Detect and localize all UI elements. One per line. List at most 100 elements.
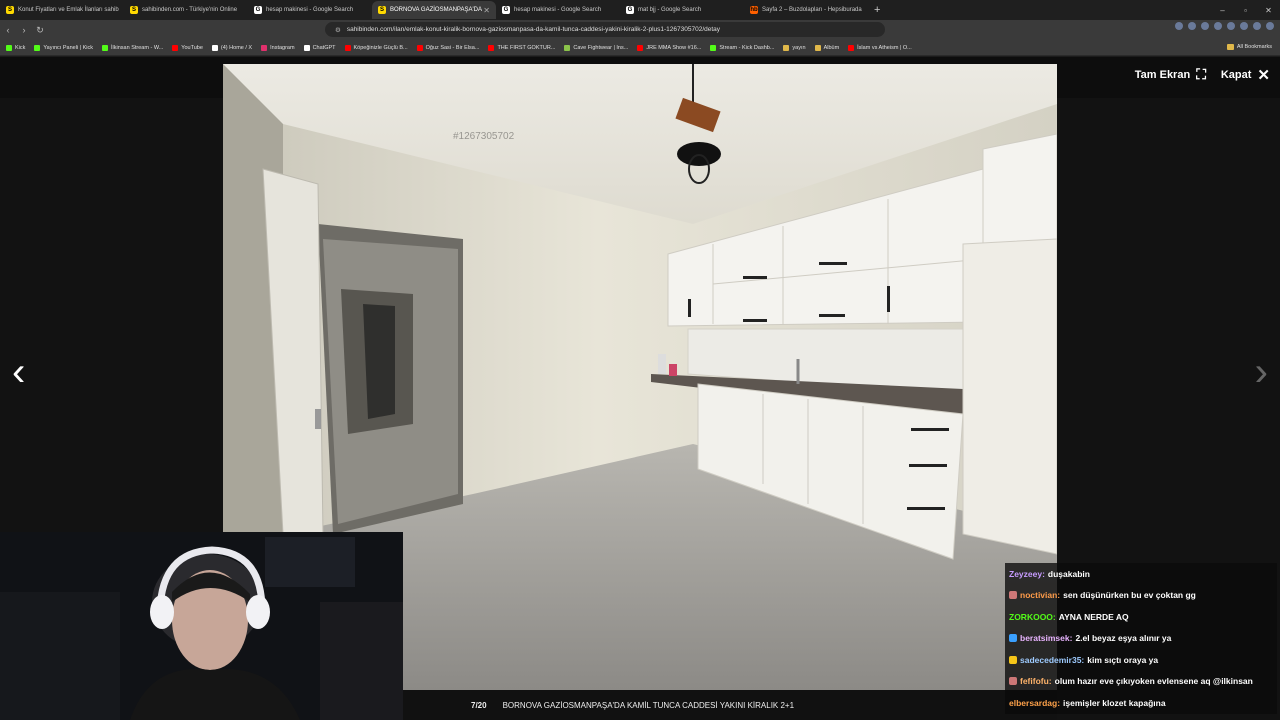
bookmark-label: (4) Home / X <box>220 44 253 51</box>
bookmark-label: Kick <box>15 44 26 51</box>
bookmark-favicon-icon <box>814 44 821 51</box>
extension-icon[interactable] <box>1188 22 1196 30</box>
chat-username[interactable]: noctivian: <box>1020 590 1060 600</box>
all-bookmarks[interactable]: All Bookmarks <box>1226 44 1272 50</box>
bookmark-label: Instagram <box>270 44 295 51</box>
bookmark-label: Albüm <box>823 44 840 51</box>
browser-tab[interactable]: S sahibinden.com - Türkiye'nin Online <box>124 1 248 19</box>
minimize-button[interactable]: – <box>1211 0 1234 20</box>
bookmark-item[interactable]: İlkinsan Stream - W... <box>102 44 163 51</box>
browser-tab[interactable]: G hesap makinesi - Google Search <box>248 1 372 19</box>
bookmark-item[interactable]: yayın <box>783 44 806 51</box>
bookmark-item[interactable]: İslam vs Atheism | O... <box>848 44 912 51</box>
bookmark-item[interactable]: (4) Home / X <box>211 44 253 51</box>
tab-favicon-icon: S <box>6 6 14 14</box>
new-tab-button[interactable]: + <box>874 4 880 16</box>
bookmark-item[interactable]: ChatGPT <box>303 44 336 51</box>
tab-favicon-icon: G <box>254 6 262 14</box>
tab-favicon-icon: S <box>378 6 386 14</box>
listing-title: BORNOVA GAZİOSMANPAŞA'DA KAMİL TUNCA CAD… <box>502 700 795 710</box>
site-info-icon[interactable]: ⚙ <box>335 26 341 34</box>
previous-photo-icon[interactable]: ‹ <box>12 352 25 392</box>
browser-tab[interactable]: hb Sayfa 2 – Buzdolapları - Hepsiburada <box>744 1 868 19</box>
forward-icon[interactable]: › <box>16 25 32 35</box>
bookmark-favicon-icon <box>710 44 717 51</box>
fullscreen-button[interactable]: Tam Ekran ⛶ <box>1135 66 1206 83</box>
user-badge-icon <box>1009 655 1017 664</box>
tab-title: hesap makinesi - Google Search <box>514 7 602 13</box>
bookmark-label: JRE MMA Show #16... <box>646 44 702 51</box>
bookmark-label: Oğuz Sasi - Bir Elsa... <box>425 44 480 51</box>
chat-text: işemişler klozet kapağına <box>1063 697 1166 708</box>
bookmark-label: Stream - Kick Dashb... <box>719 44 775 51</box>
browser-tab[interactable]: S BORNOVA GAZİOSMANPAŞA'DA ✕ <box>372 1 496 19</box>
bookmark-label: YouTube <box>181 44 203 51</box>
tab-title: hesap makinesi - Google Search <box>266 7 354 13</box>
bookmark-favicon-icon <box>211 44 218 51</box>
chat-text: kim sıçtı oraya ya <box>1087 654 1159 665</box>
bookmark-favicon-icon <box>564 44 571 51</box>
tab-favicon-icon: S <box>130 6 138 14</box>
chat-text: sen düşünürken bu ev çoktan gg <box>1063 590 1196 601</box>
browser-tab[interactable]: S Konut Fiyatları ve Emlak İlanları sahi… <box>0 1 124 19</box>
chat-username[interactable]: ZORKOOO: <box>1009 612 1056 622</box>
tab-close-icon[interactable]: ✕ <box>483 6 490 15</box>
close-viewer-button[interactable]: Kapat ✕ <box>1221 66 1270 84</box>
bookmark-item[interactable]: Kick <box>6 44 26 51</box>
bookmarks-bar: Kick Yayıncı Paneli | Kick İlkinsan Stre… <box>0 40 1280 56</box>
close-window-button[interactable]: ✕ <box>1257 0 1280 20</box>
bookmark-item[interactable]: YouTube <box>172 44 203 51</box>
extensions-area <box>1175 22 1274 30</box>
next-photo-icon[interactable]: › <box>1255 352 1268 392</box>
bookmark-favicon-icon <box>6 44 12 51</box>
bookmark-favicon-icon <box>303 44 310 51</box>
bookmark-item[interactable]: JRE MMA Show #16... <box>637 44 702 51</box>
extension-icon[interactable] <box>1201 22 1209 30</box>
chat-message: elbersardag: işemişler klozet kapağına <box>1005 692 1277 714</box>
tab-title: mat bjj - Google Search <box>638 7 702 13</box>
bookmark-item[interactable]: Köpeğinizle Güçlü B... <box>344 44 408 51</box>
chat-username[interactable]: elbersardag: <box>1009 698 1060 708</box>
folder-icon <box>1226 44 1234 50</box>
bookmark-item[interactable]: Yayıncı Paneli | Kick <box>34 44 93 51</box>
bookmark-label: THE FIRST GOKTUR... <box>497 44 556 51</box>
chat-message: Zeyzeey: duşakabin <box>1005 563 1277 585</box>
bookmark-favicon-icon <box>261 44 268 51</box>
streamer-webcam-image <box>0 532 403 720</box>
extension-icon[interactable] <box>1214 22 1222 30</box>
user-badge-icon <box>1009 677 1017 686</box>
extension-icon[interactable] <box>1175 22 1183 30</box>
bookmark-favicon-icon <box>172 44 179 51</box>
tab-title: sahibinden.com - Türkiye'nin Online <box>142 7 238 13</box>
address-bar[interactable]: ⚙ sahibinden.com/ilan/emlak-konut-kirali… <box>325 22 885 37</box>
bookmark-item[interactable]: Oğuz Sasi - Bir Elsa... <box>416 44 480 51</box>
chat-message: sadecedemir35: kim sıçtı oraya ya <box>1005 649 1277 671</box>
bookmark-item[interactable]: THE FIRST GOKTUR... <box>488 44 556 51</box>
bookmark-item[interactable]: Albüm <box>814 44 840 51</box>
url-text: sahibinden.com/ilan/emlak-konut-kiralik-… <box>346 26 721 33</box>
restore-button[interactable]: ▫ <box>1234 0 1257 20</box>
extension-icon[interactable] <box>1240 22 1248 30</box>
user-badge-icon <box>1009 591 1017 600</box>
photo-id-watermark: #1267305702 <box>453 131 515 142</box>
extension-icon[interactable] <box>1227 22 1235 30</box>
chat-username[interactable]: sadecedemir35: <box>1020 655 1084 665</box>
extension-icon[interactable] <box>1266 22 1274 30</box>
browser-tab[interactable]: G mat bjj - Google Search <box>620 1 744 19</box>
bookmark-item[interactable]: Stream - Kick Dashb... <box>710 44 775 51</box>
reload-icon[interactable]: ↻ <box>32 25 48 36</box>
chat-username[interactable]: Zeyzeey: <box>1009 569 1045 579</box>
bookmark-item[interactable]: Cave Fightwear | Ins... <box>564 44 628 51</box>
back-icon[interactable]: ‹ <box>0 25 16 35</box>
browser-tab[interactable]: G hesap makinesi - Google Search <box>496 1 620 19</box>
chat-username[interactable]: fefifofu: <box>1020 676 1052 686</box>
extension-icon[interactable] <box>1253 22 1261 30</box>
chat-text: 2.el beyaz eşya alınır ya <box>1075 633 1172 644</box>
bookmark-favicon-icon <box>637 44 644 51</box>
window-controls: – ▫ ✕ <box>1211 0 1280 20</box>
chat-text: olum hazır eve çıkıyoken evlensene aq @i… <box>1054 676 1253 687</box>
photo-counter: 7/20 <box>471 700 487 710</box>
tab-title: Konut Fiyatları ve Emlak İlanları sahib <box>18 7 119 13</box>
chat-username[interactable]: beratsimsek: <box>1020 633 1072 643</box>
bookmark-item[interactable]: Instagram <box>261 44 295 51</box>
